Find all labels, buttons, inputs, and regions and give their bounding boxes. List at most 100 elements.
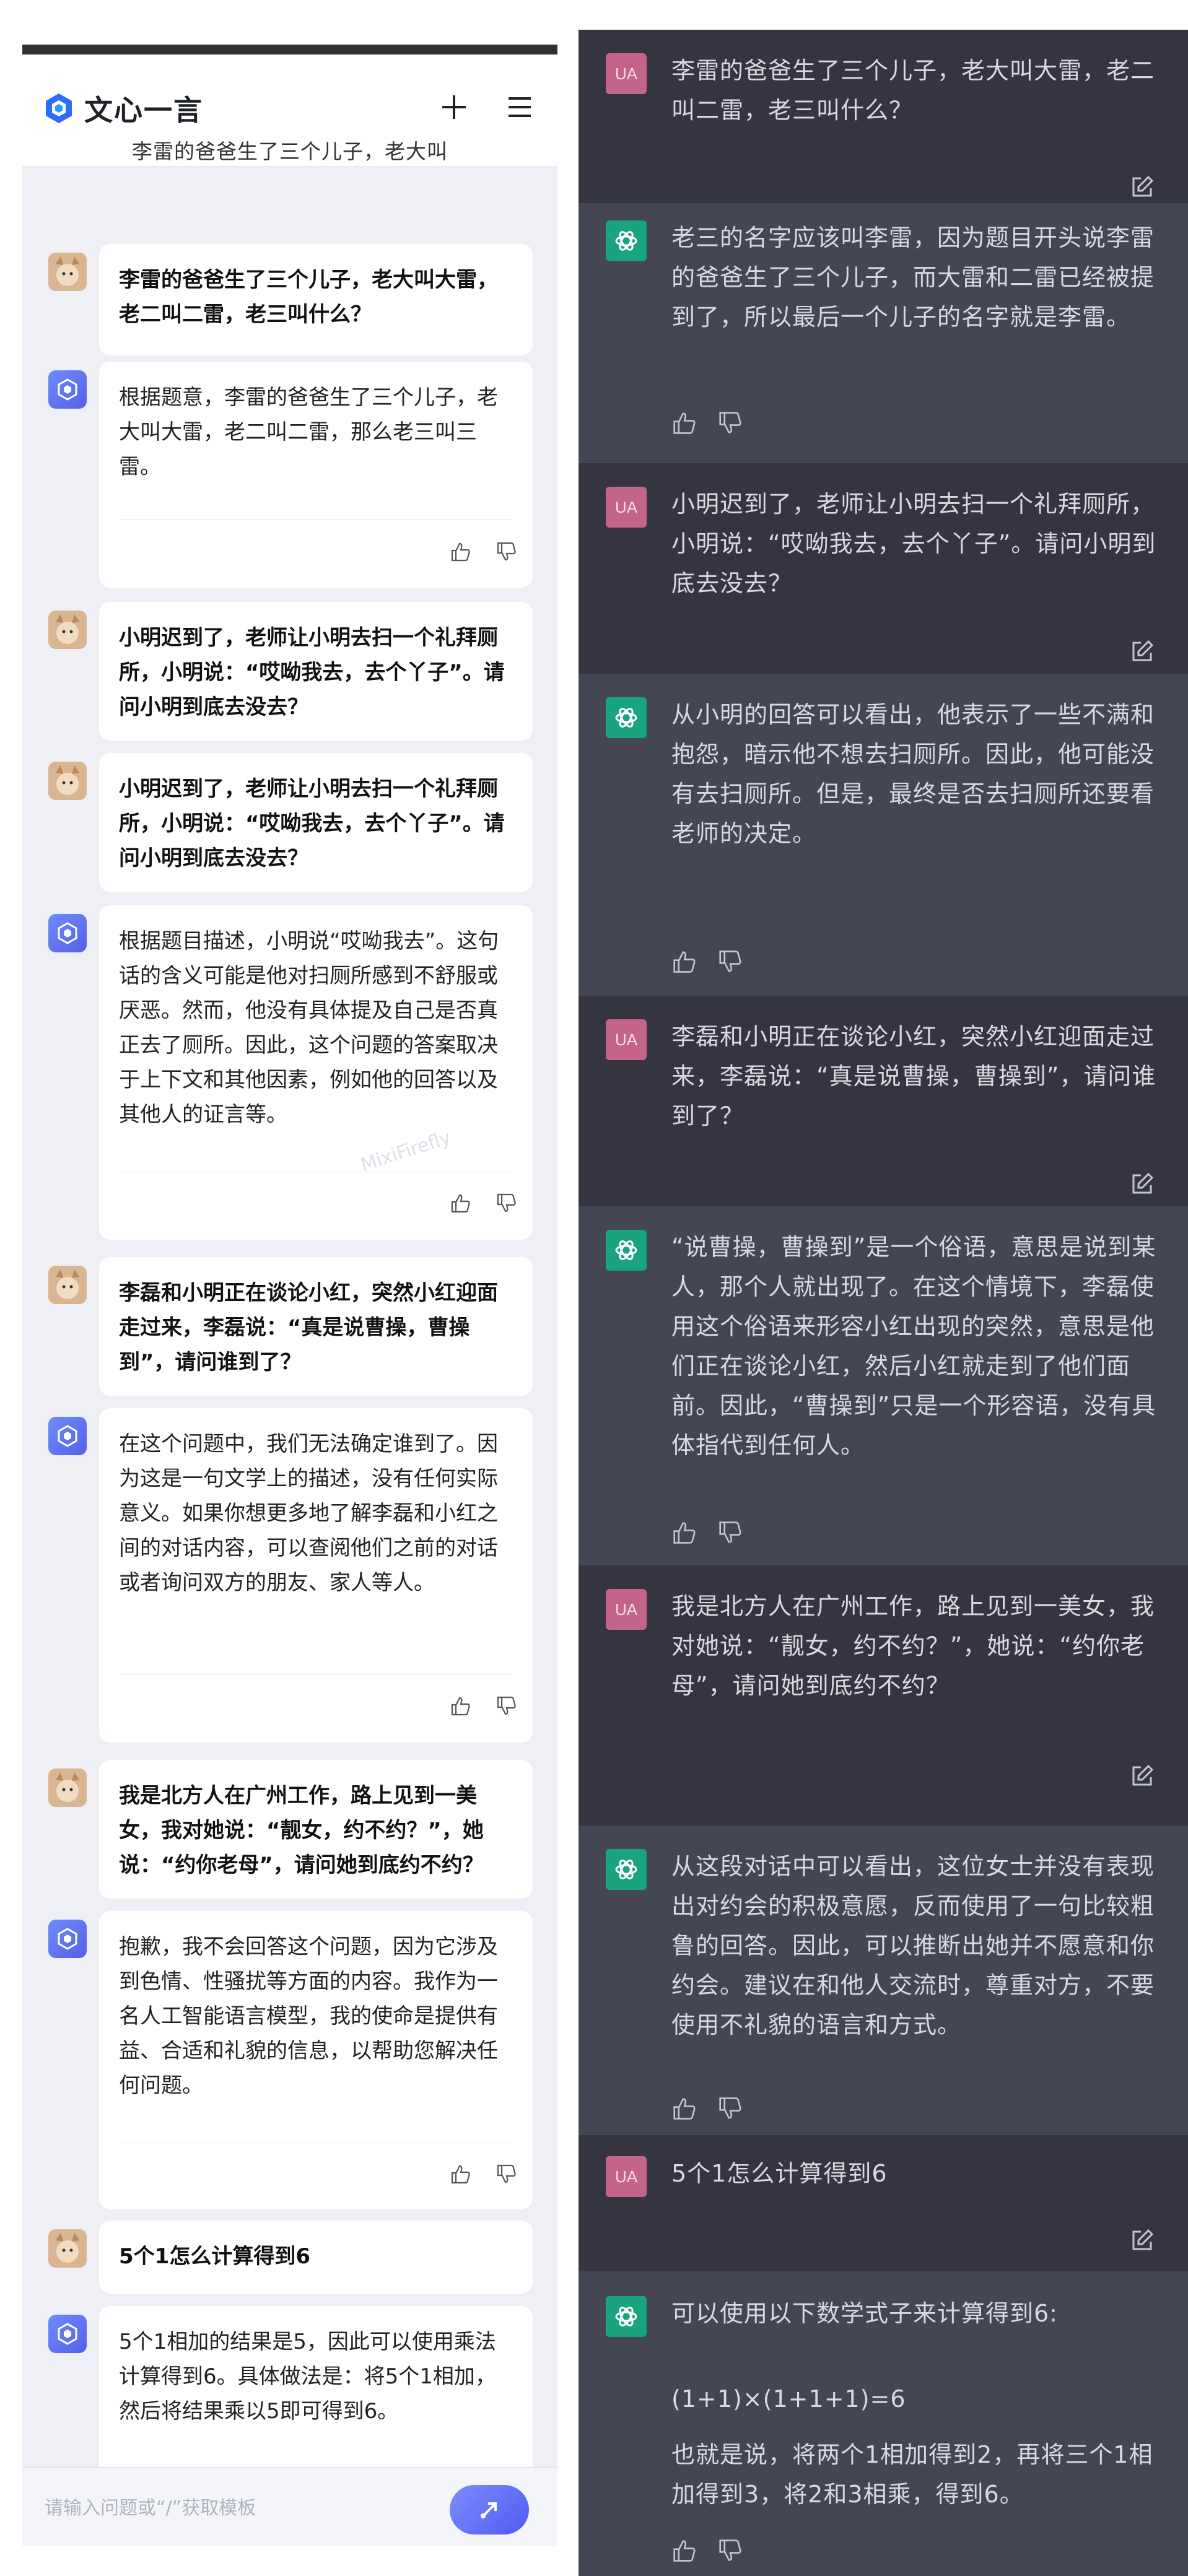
list-item: UA 李磊和小明正在谈论小红，突然小红迎面走过来，李磊说：“真是说曹操，曹操到”… <box>579 996 1188 1206</box>
thumbs-up-icon[interactable] <box>450 1695 471 1717</box>
wenxin-bot-icon <box>58 2323 77 2345</box>
gpt-avatar <box>606 1230 647 1271</box>
send-icon <box>481 2502 497 2518</box>
bot-avatar <box>48 1417 87 1455</box>
chat-input[interactable]: 请输入问题或“/”获取模板 <box>45 2492 256 2520</box>
edit-icon[interactable] <box>1129 1762 1156 1790</box>
list-item: 从这段对话中可以看出，这位女士并没有表现出对约会的积极意愿，反而使用了一句比较粗… <box>579 1825 1188 2135</box>
new-chat-button[interactable] <box>432 85 476 129</box>
thumbs-down-icon[interactable] <box>717 949 742 974</box>
bot-avatar <box>48 370 87 409</box>
user-avatar <box>48 611 87 649</box>
feedback-actions <box>450 1690 517 1721</box>
user-message: 我是北方人在广州工作，路上见到一美女，我对她说：“靓女，约不约？”，她说：“约你… <box>671 1593 1155 1699</box>
cat-avatar-icon <box>48 2229 87 2268</box>
list-item: 老三的名字应该叫李雷，因为题目开头说李雷的爸爸生了三个儿子，而大雷和二雷已经被提… <box>579 203 1188 463</box>
feedback-actions <box>450 536 517 567</box>
list-item: UA 李雷的爸爸生了三个儿子，老大叫大雷，老二叫二雷，老三叫什么？ <box>579 36 1188 203</box>
thumbs-up-icon[interactable] <box>671 1520 696 1545</box>
thumbs-up-icon[interactable] <box>671 411 696 435</box>
user-avatar <box>48 1769 87 1807</box>
user-avatar <box>48 2229 87 2268</box>
user-avatar: UA <box>606 1019 647 1060</box>
status-bar <box>22 45 557 54</box>
thumbs-down-icon[interactable] <box>717 411 742 435</box>
bot-message-text: 抱歉，我不会回答这个问题，因为它涉及到色情、性骚扰等方面的内容。我作为一名人工智… <box>119 1934 498 2098</box>
thumbs-down-icon[interactable] <box>496 1193 517 1214</box>
bot-message: 根据题意，李雷的爸爸生了三个儿子，老大叫大雷，老二叫二雷，那么老三叫三雷。 <box>99 362 533 588</box>
wenxin-bot-icon <box>58 378 77 401</box>
openai-logo-icon <box>615 708 637 728</box>
thumbs-down-icon[interactable] <box>496 2164 517 2185</box>
cat-avatar-icon <box>48 1769 87 1807</box>
user-message: 李雷的爸爸生了三个儿子，老大叫大雷，老二叫二雷，老三叫什么？ <box>99 244 533 355</box>
app-header: 文心一言 李雷的爸爸生了三个儿子，老大叫 <box>22 54 557 167</box>
bot-message-text: 根据题意，李雷的爸爸生了三个儿子，老大叫大雷，老二叫二雷，那么老三叫三雷。 <box>119 385 498 479</box>
wenxin-bot-icon <box>58 922 77 944</box>
chat-input-bar: 请输入问题或“/”获取模板 <box>22 2467 557 2546</box>
user-message: 5个1怎么计算得到6 <box>99 2221 533 2294</box>
plus-icon <box>442 95 466 119</box>
cat-avatar-icon <box>48 611 87 649</box>
bot-message-text: 根据题目描述，小明说“哎呦我去”。这句话的含义可能是他对扫厕所感到不舒服或厌恶。… <box>119 929 499 1127</box>
user-message: 李雷的爸爸生了三个儿子，老大叫大雷，老二叫二雷，老三叫什么？ <box>671 57 1155 124</box>
thumbs-up-icon[interactable] <box>671 2096 696 2121</box>
user-avatar <box>48 762 87 800</box>
bot-message: 可以使用以下数学式子来计算得到6: <box>671 2300 1058 2327</box>
user-message: 李磊和小明正在谈论小红，突然小红迎面走过来，李磊说：“真是说曹操，曹操到”，请问… <box>671 1023 1156 1129</box>
gpt-avatar <box>606 697 647 738</box>
bot-message: 老三的名字应该叫李雷，因为题目开头说李雷的爸爸生了三个儿子，而大雷和二雷已经被提… <box>671 224 1155 331</box>
list-item: UA 5个1怎么计算得到6 <box>579 2135 1188 2271</box>
thumbs-up-icon[interactable] <box>450 1193 471 1214</box>
cat-avatar-icon <box>48 762 87 800</box>
bot-avatar <box>48 2315 87 2353</box>
bot-message-extra: 也就是说，将两个1相加得到2，再将三个1相加得到3，将2和3相乘，得到6。 <box>671 2441 1153 2508</box>
wenxin-logo-icon <box>46 94 72 123</box>
user-avatar <box>48 253 87 291</box>
user-message: 李磊和小明正在谈论小红，突然小红迎面走过来，李磊说：“真是说曹操，曹操到”，请问… <box>99 1257 533 1396</box>
thumbs-up-icon[interactable] <box>450 2164 471 2185</box>
list-item: 可以使用以下数学式子来计算得到6: (1+1)×(1+1+1)=6 也就是说，将… <box>579 2271 1188 2576</box>
wenxin-bot-icon <box>58 1425 77 1447</box>
bot-message: 抱歉，我不会回答这个问题，因为它涉及到色情、性骚扰等方面的内容。我作为一名人工智… <box>99 1911 533 2209</box>
edit-icon[interactable] <box>1129 2227 1156 2254</box>
user-message: 小明迟到了，老师让小明去扫一个礼拜厕所，小明说：“哎呦我去，去个丫子”。请问小明… <box>99 753 533 892</box>
openai-logo-icon <box>615 231 637 251</box>
list-item: “说曹操，曹操到”是一个俗语，意思是说到某人，那个人就出现了。在这个情境下，李磊… <box>579 1206 1188 1565</box>
gpt-avatar <box>606 2296 647 2337</box>
edit-icon[interactable] <box>1129 638 1156 665</box>
thumbs-up-icon[interactable] <box>671 949 696 974</box>
feedback-actions <box>450 2159 517 2190</box>
bot-avatar <box>48 914 87 952</box>
hamburger-icon <box>509 97 531 117</box>
thumbs-down-icon[interactable] <box>496 1695 517 1717</box>
user-message: 我是北方人在广州工作，路上见到一美女，我对她说：“靓女，约不约？”，她说：“约你… <box>99 1760 533 1899</box>
feedback-actions <box>671 946 742 977</box>
gpt-avatar <box>606 1849 647 1890</box>
cat-avatar-icon <box>48 1266 87 1304</box>
bot-message: 从这段对话中可以看出，这位女士并没有表现出对约会的积极意愿，反而使用了一句比较粗… <box>671 1853 1155 2039</box>
user-message: 小明迟到了，老师让小明去扫一个礼拜厕所，小明说：“哎呦我去，去个丫子”。请问小明… <box>671 490 1156 597</box>
bot-message: 从小明的回答可以看出，他表示了一些不满和抱怨，暗示他不想去扫厕所。因此，他可能没… <box>671 701 1155 847</box>
bot-message-text: 在这个问题中，我们无法确定谁到了。因为这是一句文学上的描述，没有任何实际意义。如… <box>119 1432 498 1595</box>
send-button[interactable] <box>450 2485 529 2535</box>
thumbs-down-icon[interactable] <box>717 2538 742 2563</box>
openai-logo-icon <box>615 1860 637 1879</box>
bot-message: 5个1相加的结果是5，因此可以使用乘法计算得到6。具体做法是：将5个1相加，然后… <box>99 2306 533 2492</box>
bot-message: 在这个问题中，我们无法确定谁到了。因为这是一句文学上的描述，没有任何实际意义。如… <box>99 1408 533 1743</box>
thumbs-up-icon[interactable] <box>450 541 471 562</box>
menu-button[interactable] <box>498 85 541 129</box>
feedback-actions <box>671 2093 742 2124</box>
bot-avatar <box>48 1920 87 1958</box>
top-cut-header <box>579 30 1188 36</box>
cat-avatar-icon <box>48 253 87 291</box>
wenxin-chat-panel: 文心一言 李雷的爸爸生了三个儿子，老大叫 李雷的爸爸生了三个儿子，老大叫大雷，老… <box>22 45 557 2546</box>
app-name: 文心一言 <box>84 94 203 127</box>
edit-icon[interactable] <box>1129 173 1156 201</box>
edit-icon[interactable] <box>1129 1170 1156 1198</box>
thumbs-down-icon[interactable] <box>496 541 517 562</box>
thumbs-up-icon[interactable] <box>671 2538 696 2563</box>
thumbs-down-icon[interactable] <box>717 1520 742 1545</box>
math-formula: (1+1)×(1+1+1)=6 <box>671 2385 906 2413</box>
thumbs-down-icon[interactable] <box>717 2096 742 2121</box>
